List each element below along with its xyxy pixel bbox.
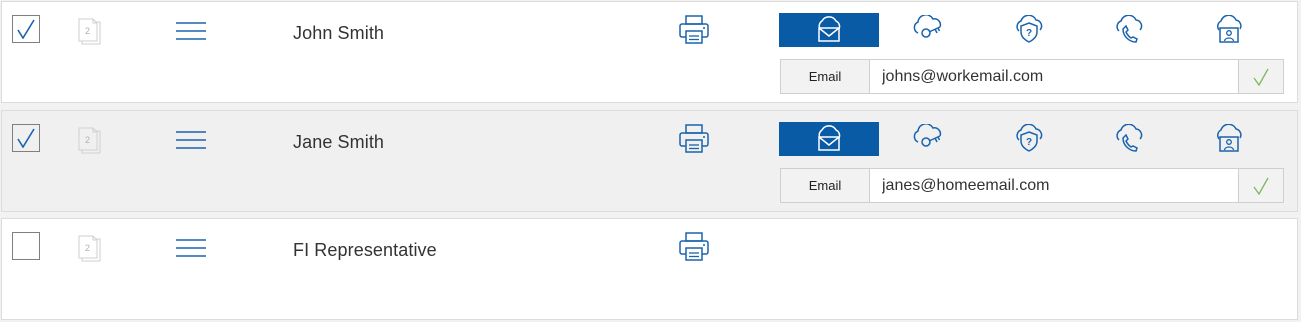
checkmark-icon bbox=[17, 128, 35, 148]
printer-icon[interactable] bbox=[678, 232, 710, 267]
email-label: Email bbox=[781, 60, 870, 93]
recipient-checkbox[interactable] bbox=[12, 15, 40, 43]
recipient-name: FI Representative bbox=[293, 240, 437, 260]
recipient-name: John Smith bbox=[293, 23, 385, 43]
recipient-checkbox[interactable] bbox=[12, 232, 40, 260]
recipient-row: 2 FI Representative bbox=[1, 218, 1298, 320]
menu-icon[interactable] bbox=[176, 21, 206, 46]
cloud-key-icon[interactable] bbox=[879, 13, 979, 47]
cloud-shield-question-icon[interactable]: ? bbox=[979, 13, 1079, 47]
recipient-row: 2 Jane Smith ? Email janes@homeemail.com bbox=[1, 110, 1298, 212]
svg-text:?: ? bbox=[1026, 28, 1032, 39]
menu-icon[interactable] bbox=[176, 238, 206, 263]
cloud-shield-question-icon[interactable]: ? bbox=[979, 122, 1079, 156]
svg-text:?: ? bbox=[1026, 137, 1032, 148]
page-count: 2 bbox=[85, 135, 90, 145]
cloud-key-icon[interactable] bbox=[879, 122, 979, 156]
printer-icon[interactable] bbox=[678, 124, 710, 159]
pages-icon: 2 bbox=[77, 234, 105, 269]
cloud-phone-icon[interactable] bbox=[1079, 13, 1179, 47]
cloud-email-icon[interactable] bbox=[779, 122, 879, 156]
recipient-checkbox[interactable] bbox=[12, 124, 40, 152]
pages-icon: 2 bbox=[77, 17, 105, 52]
pages-icon: 2 bbox=[77, 126, 105, 161]
email-label: Email bbox=[781, 169, 870, 202]
email-field-row: Email bbox=[780, 59, 1284, 94]
email-input[interactable] bbox=[870, 169, 1238, 202]
email-input[interactable] bbox=[870, 60, 1238, 93]
email-valid-check-icon bbox=[1238, 169, 1283, 202]
recipient-row: 2 John Smith ? Email johns@workemail.com bbox=[1, 1, 1298, 103]
page-count: 2 bbox=[85, 243, 90, 253]
printer-icon[interactable] bbox=[678, 15, 710, 50]
recipient-name: Jane Smith bbox=[293, 132, 385, 152]
email-field-row: Email bbox=[780, 168, 1284, 203]
email-valid-check-icon bbox=[1238, 60, 1283, 93]
cloud-id-card-icon[interactable] bbox=[1179, 13, 1279, 47]
page-count: 2 bbox=[85, 26, 90, 36]
cloud-email-icon[interactable] bbox=[779, 13, 879, 47]
cloud-phone-icon[interactable] bbox=[1079, 122, 1179, 156]
checkmark-icon bbox=[17, 19, 35, 39]
menu-icon[interactable] bbox=[176, 130, 206, 155]
cloud-id-card-icon[interactable] bbox=[1179, 122, 1279, 156]
